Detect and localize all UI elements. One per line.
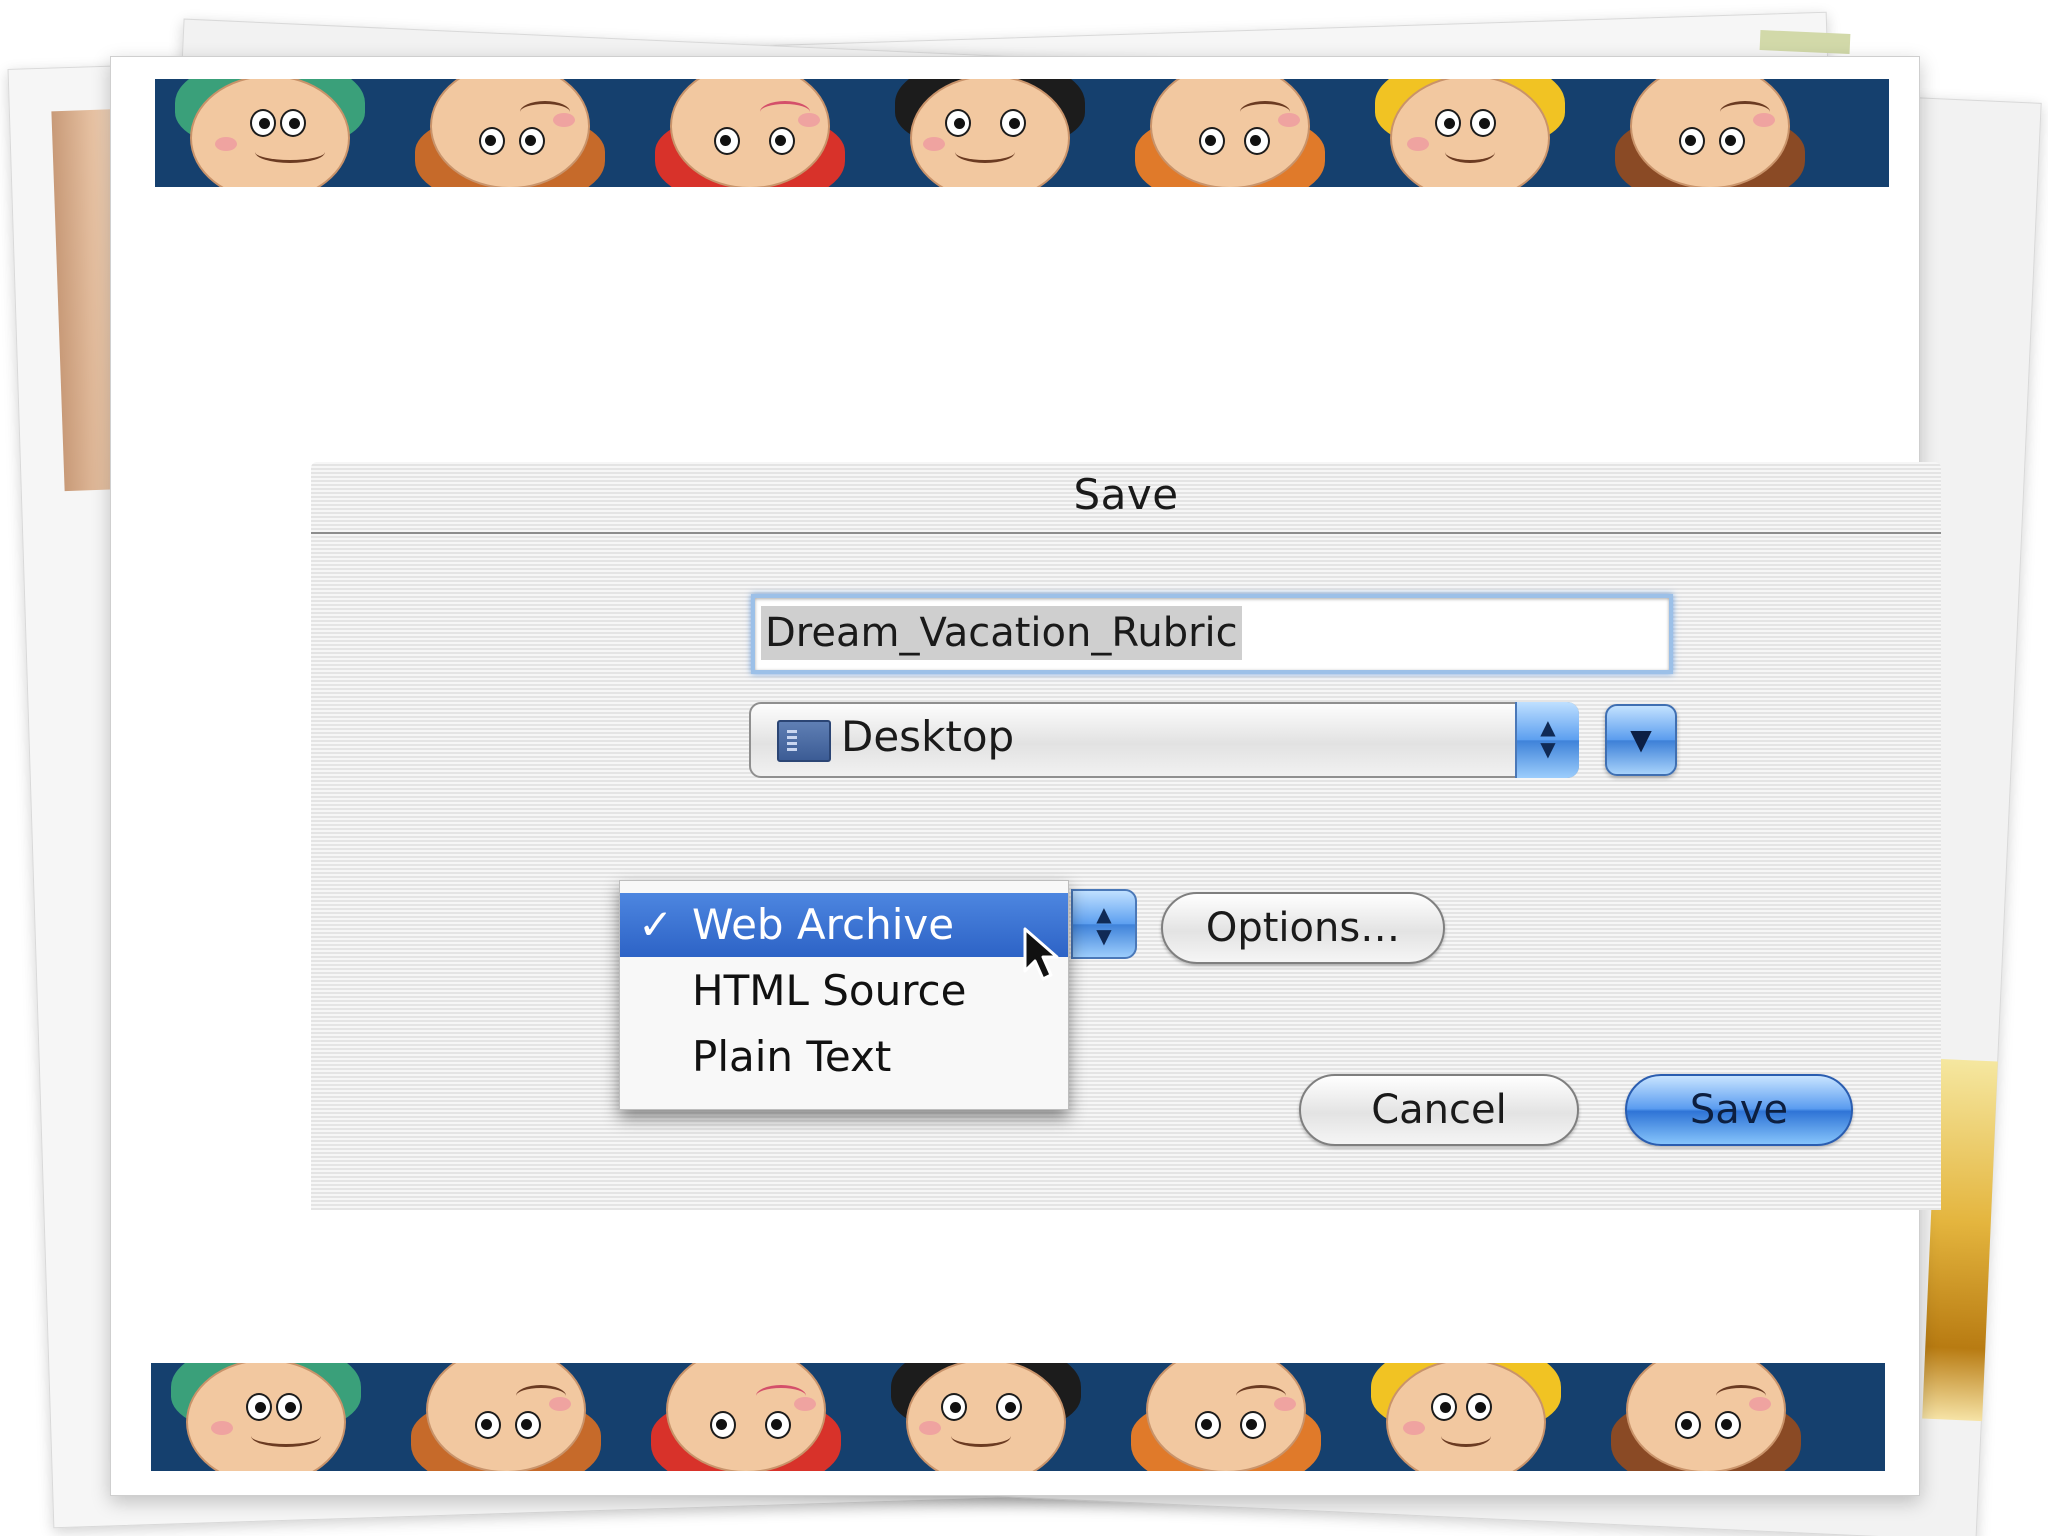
dialog-title: Save: [1073, 470, 1179, 519]
up-down-arrows-icon: ▲ ▼: [1540, 715, 1556, 761]
menu-item-label: HTML Source: [692, 966, 967, 1015]
kids-faces-border-bottom: [151, 1363, 1885, 1471]
kid-face-illustration: [1591, 1363, 1821, 1471]
expand-dialog-button[interactable]: ▼: [1605, 704, 1677, 776]
where-popup-button[interactable]: Desktop ▲ ▼: [749, 702, 1579, 778]
where-value: Desktop: [841, 712, 1015, 761]
save-button[interactable]: Save: [1625, 1074, 1853, 1146]
kid-face-illustration: [635, 79, 865, 187]
options-button[interactable]: Options…: [1161, 892, 1445, 964]
kid-face-illustration: [155, 79, 385, 187]
background-photo-edge-green: [1759, 30, 1851, 54]
format-dropdown-menu: ✓ Web Archive HTML Source Plain Text: [619, 880, 1069, 1110]
checkmark-icon: ✓: [638, 900, 674, 949]
kids-faces-border-top: [155, 79, 1889, 187]
menu-item-plain-text[interactable]: Plain Text: [620, 1025, 1068, 1089]
kid-face-illustration: [391, 1363, 621, 1471]
menu-item-html-source[interactable]: HTML Source: [620, 959, 1068, 1023]
format-stepper[interactable]: ▲ ▼: [1071, 889, 1137, 959]
desktop-folder-icon: [777, 720, 831, 762]
save-dialog: Save Save As: Dream_Vacation_Rubric Wher…: [311, 462, 1941, 1210]
save-as-value[interactable]: Dream_Vacation_Rubric: [761, 606, 1242, 660]
menu-item-web-archive[interactable]: ✓ Web Archive: [620, 893, 1068, 957]
kid-face-illustration: [151, 1363, 381, 1471]
where-stepper[interactable]: ▲ ▼: [1515, 702, 1579, 778]
kid-face-illustration: [871, 1363, 1101, 1471]
cancel-button[interactable]: Cancel: [1299, 1074, 1579, 1146]
dialog-titlebar: Save: [311, 462, 1941, 534]
kid-face-illustration: [1111, 1363, 1341, 1471]
kid-face-illustration: [395, 79, 625, 187]
kid-face-illustration: [1595, 79, 1825, 187]
triangle-down-icon: ▼: [1630, 723, 1652, 756]
kid-face-illustration: [1355, 79, 1585, 187]
menu-item-label: Web Archive: [692, 900, 955, 949]
kid-face-illustration: [875, 79, 1105, 187]
menu-item-label: Plain Text: [692, 1032, 892, 1081]
kid-face-illustration: [631, 1363, 861, 1471]
kid-face-illustration: [1351, 1363, 1581, 1471]
up-down-arrows-icon: ▲ ▼: [1096, 902, 1112, 948]
kid-face-illustration: [1115, 79, 1345, 187]
slide-card: Save Save As: Dream_Vacation_Rubric Wher…: [110, 56, 1941, 1496]
